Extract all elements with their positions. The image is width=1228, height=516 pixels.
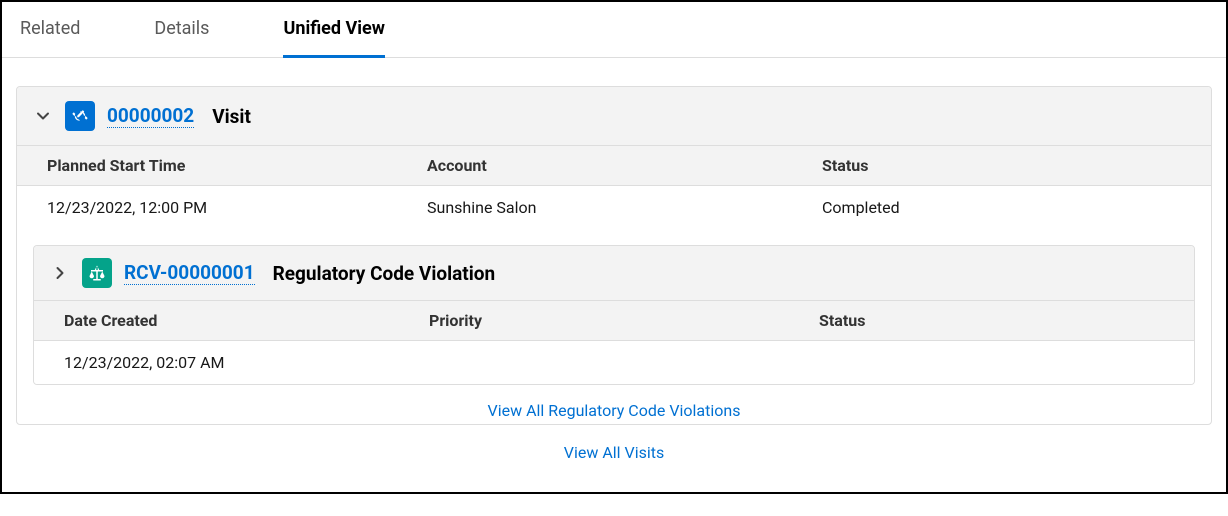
- col-header-planned-start: Planned Start Time: [47, 156, 427, 175]
- tab-bar: Related Details Unified View: [2, 2, 1226, 58]
- cell-account: Sunshine Salon: [427, 198, 822, 217]
- tab-related[interactable]: Related: [20, 2, 80, 57]
- rcv-column-headers: Date Created Priority Status: [34, 301, 1194, 341]
- visit-column-headers: Planned Start Time Account Status: [17, 146, 1211, 186]
- rcv-record-link[interactable]: RCV-00000001: [124, 261, 255, 285]
- tab-unified-view[interactable]: Unified View: [283, 2, 385, 58]
- nested-container: RCV-00000001 Regulatory Code Violation D…: [17, 229, 1211, 424]
- content-area: 00000002 Visit Planned Start Time Accoun…: [2, 58, 1226, 492]
- rcv-card: RCV-00000001 Regulatory Code Violation D…: [33, 245, 1195, 385]
- col-header-account: Account: [427, 156, 822, 175]
- cell-priority: [429, 353, 819, 372]
- tab-details[interactable]: Details: [154, 2, 209, 57]
- visit-row: 12/23/2022, 12:00 PM Sunshine Salon Comp…: [17, 186, 1211, 229]
- visit-card-header: 00000002 Visit: [17, 87, 1211, 146]
- chevron-down-icon[interactable]: [33, 106, 53, 126]
- cell-planned-start: 12/23/2022, 12:00 PM: [47, 198, 427, 217]
- view-all-visits-link[interactable]: View All Visits: [16, 425, 1212, 472]
- visit-icon: [65, 101, 95, 131]
- col-header-rcv-status: Status: [819, 311, 1164, 330]
- cell-date-created: 12/23/2022, 02:07 AM: [64, 353, 429, 372]
- chevron-right-icon[interactable]: [50, 263, 70, 283]
- visit-card: 00000002 Visit Planned Start Time Accoun…: [16, 86, 1212, 425]
- cell-status: Completed: [822, 198, 1181, 217]
- rcv-card-header: RCV-00000001 Regulatory Code Violation: [34, 246, 1194, 301]
- col-header-priority: Priority: [429, 311, 819, 330]
- rcv-row: 12/23/2022, 02:07 AM: [34, 341, 1194, 384]
- col-header-status: Status: [822, 156, 1181, 175]
- cell-rcv-status: [819, 353, 1164, 372]
- visit-record-link[interactable]: 00000002: [107, 104, 194, 128]
- scales-icon: [82, 258, 112, 288]
- col-header-date-created: Date Created: [64, 311, 429, 330]
- view-all-rcv-link[interactable]: View All Regulatory Code Violations: [33, 385, 1195, 420]
- rcv-type-label: Regulatory Code Violation: [273, 262, 495, 285]
- visit-type-label: Visit: [212, 105, 251, 128]
